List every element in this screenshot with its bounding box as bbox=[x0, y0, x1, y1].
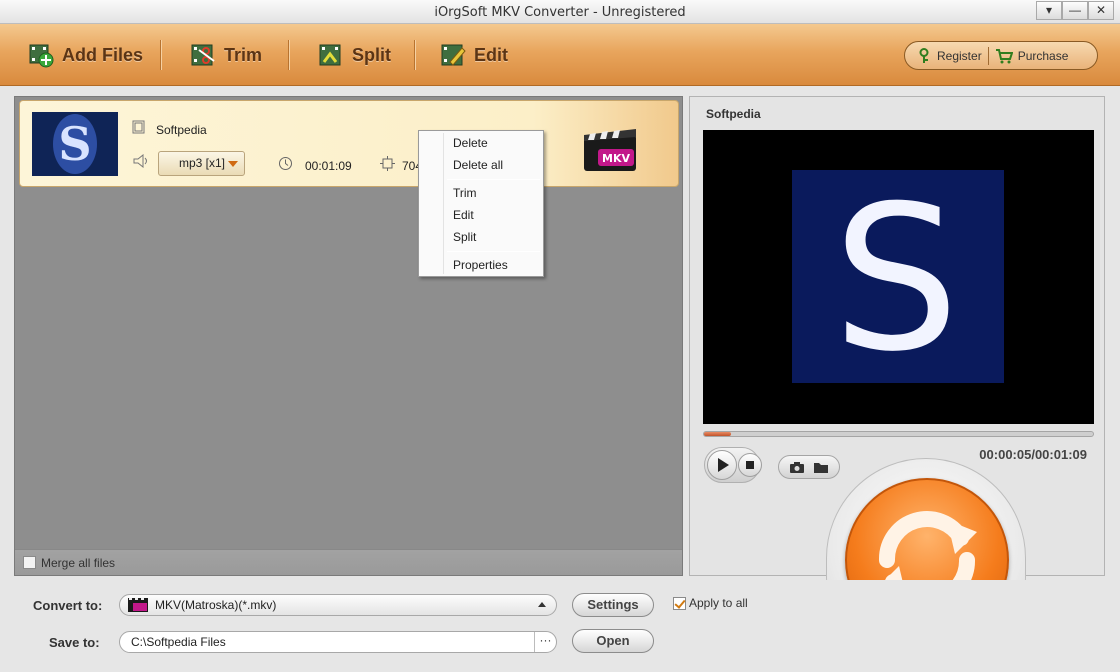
menu-item-delete-all[interactable]: Delete all bbox=[453, 158, 503, 172]
merge-checkbox[interactable] bbox=[23, 556, 36, 569]
snapshot-controls bbox=[778, 455, 840, 479]
register-button[interactable]: Register bbox=[917, 47, 982, 64]
save-to-label: Save to: bbox=[49, 635, 100, 650]
menu-item-delete[interactable]: Delete bbox=[453, 136, 488, 150]
resolution-icon bbox=[380, 156, 395, 171]
edit-button[interactable]: Edit bbox=[440, 38, 508, 72]
menu-item-edit[interactable]: Edit bbox=[453, 208, 474, 222]
thumbnail-art: S bbox=[32, 112, 118, 176]
purchase-button[interactable]: Purchase bbox=[995, 48, 1069, 64]
menu-separator bbox=[447, 179, 540, 180]
playback-progress-bar[interactable] bbox=[703, 431, 1094, 437]
menu-separator bbox=[447, 251, 540, 252]
settings-button[interactable]: Settings bbox=[572, 593, 654, 617]
context-menu: Delete Delete all Trim Edit Split Proper… bbox=[418, 130, 544, 277]
dropdown-up-arrow-icon bbox=[538, 602, 546, 607]
audio-track-value: mp3 [x1] bbox=[179, 156, 226, 170]
merge-label: Merge all files bbox=[41, 555, 116, 570]
register-label: Register bbox=[937, 48, 982, 63]
stop-button[interactable] bbox=[738, 453, 762, 477]
split-icon bbox=[319, 44, 341, 66]
title-bar: iOrgSoft MKV Converter - Unregistered ▾ … bbox=[0, 0, 1120, 24]
menu-icon-strip bbox=[443, 133, 444, 274]
preview-title: Softpedia bbox=[706, 107, 761, 121]
mkv-badge-label: MKV bbox=[602, 152, 630, 165]
close-button[interactable]: ✕ bbox=[1088, 1, 1114, 20]
key-icon bbox=[919, 47, 929, 63]
toolbar-divider bbox=[288, 40, 290, 70]
preview-frame: S bbox=[792, 170, 1004, 383]
window-title: iOrgSoft MKV Converter - Unregistered bbox=[434, 5, 686, 20]
dropdown-arrow-icon bbox=[228, 161, 238, 167]
menu-item-trim[interactable]: Trim bbox=[453, 186, 477, 200]
edit-icon bbox=[441, 44, 466, 66]
file-list-panel: S Softpedia mp3 [x1] 00:01:09 704 MKV Me… bbox=[14, 96, 683, 576]
browse-button[interactable]: ··· bbox=[534, 632, 556, 652]
output-format-select[interactable]: MKV(Matroska)(*.mkv) bbox=[119, 594, 557, 616]
playback-timecode: 00:00:05/00:01:09 bbox=[979, 447, 1087, 462]
video-preview[interactable]: S bbox=[703, 130, 1094, 424]
play-icon bbox=[718, 458, 729, 472]
trim-icon bbox=[191, 44, 215, 66]
save-path-field[interactable]: C:\Softpedia Files ··· bbox=[119, 631, 557, 653]
add-files-button[interactable]: Add Files bbox=[28, 38, 143, 72]
toolbar-divider bbox=[414, 40, 416, 70]
clock-icon bbox=[279, 157, 292, 170]
split-label: Split bbox=[352, 44, 391, 65]
mkv-format-small-icon bbox=[128, 598, 148, 612]
camera-icon[interactable] bbox=[789, 461, 805, 474]
folder-icon[interactable] bbox=[813, 461, 829, 474]
file-duration: 00:01:09 bbox=[305, 159, 352, 173]
window-menu-button[interactable]: ▾ bbox=[1036, 1, 1062, 20]
mkv-format-icon: MKV bbox=[584, 129, 636, 171]
trim-button[interactable]: Trim bbox=[190, 38, 262, 72]
register-divider bbox=[987, 46, 989, 65]
add-files-icon bbox=[29, 44, 54, 68]
merge-files-option[interactable]: Merge all files bbox=[15, 549, 682, 575]
playback-progress-fill bbox=[704, 432, 732, 436]
video-thumbnail: S bbox=[32, 112, 118, 176]
purchase-label: Purchase bbox=[1017, 48, 1069, 63]
apply-to-all-label: Apply to all bbox=[689, 596, 748, 610]
cart-icon bbox=[995, 48, 1013, 63]
toolbar: Add Files Trim Split Edit Register Purch… bbox=[0, 24, 1120, 86]
edit-label: Edit bbox=[474, 44, 508, 65]
preview-logo-letter: S bbox=[833, 170, 960, 383]
audio-track-select[interactable]: mp3 [x1] bbox=[158, 151, 245, 176]
apply-to-all-checkbox[interactable] bbox=[673, 596, 686, 610]
register-purchase-group: Register Purchase bbox=[904, 41, 1098, 70]
minimize-button[interactable]: — bbox=[1062, 1, 1088, 20]
preview-logo-art: S bbox=[792, 170, 1004, 383]
save-path-value: C:\Softpedia Files bbox=[131, 635, 226, 649]
apply-to-all-option[interactable]: Apply to all bbox=[673, 596, 748, 610]
menu-item-split[interactable]: Split bbox=[453, 230, 476, 244]
film-icon bbox=[132, 120, 145, 134]
output-format-value: MKV(Matroska)(*.mkv) bbox=[155, 598, 277, 612]
stop-icon bbox=[746, 461, 754, 469]
playback-controls bbox=[704, 447, 762, 483]
play-button[interactable] bbox=[707, 450, 737, 480]
add-files-label: Add Files bbox=[62, 44, 144, 65]
menu-item-properties[interactable]: Properties bbox=[453, 258, 508, 272]
thumbnail-letter: S bbox=[58, 117, 91, 171]
split-button[interactable]: Split bbox=[318, 38, 391, 72]
convert-to-label: Convert to: bbox=[33, 598, 103, 613]
file-name: Softpedia bbox=[156, 123, 207, 137]
speaker-icon bbox=[133, 154, 147, 168]
output-settings-bar: Convert to: MKV(Matroska)(*.mkv) Setting… bbox=[0, 580, 1120, 672]
open-button[interactable]: Open bbox=[572, 629, 654, 653]
file-list-item[interactable]: S Softpedia mp3 [x1] 00:01:09 704 MKV bbox=[19, 100, 679, 187]
trim-label: Trim bbox=[224, 44, 263, 65]
toolbar-divider bbox=[160, 40, 162, 70]
